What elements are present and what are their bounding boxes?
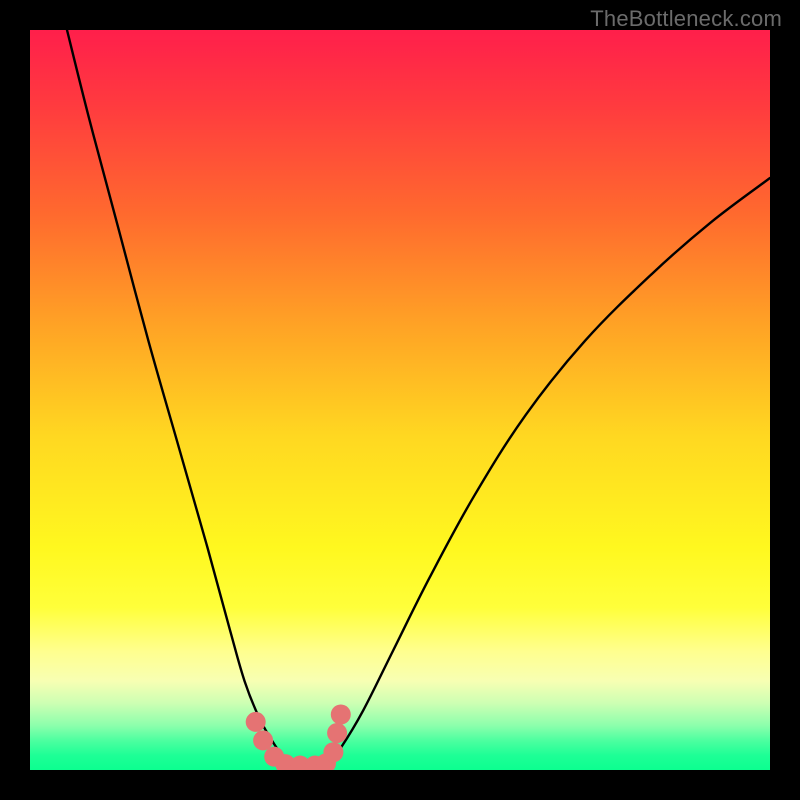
curve-group — [67, 30, 770, 766]
marker-dot — [323, 742, 343, 762]
left-curve — [67, 30, 296, 766]
marker-dot — [327, 723, 347, 743]
marker-dot — [331, 705, 351, 725]
marker-dot — [253, 730, 273, 750]
right-curve — [326, 178, 770, 766]
plot-area — [30, 30, 770, 770]
outer-frame: TheBottleneck.com — [0, 0, 800, 800]
marker-cluster — [246, 705, 351, 771]
marker-dot — [246, 712, 266, 732]
chart-svg — [30, 30, 770, 770]
watermark-text: TheBottleneck.com — [590, 6, 782, 32]
